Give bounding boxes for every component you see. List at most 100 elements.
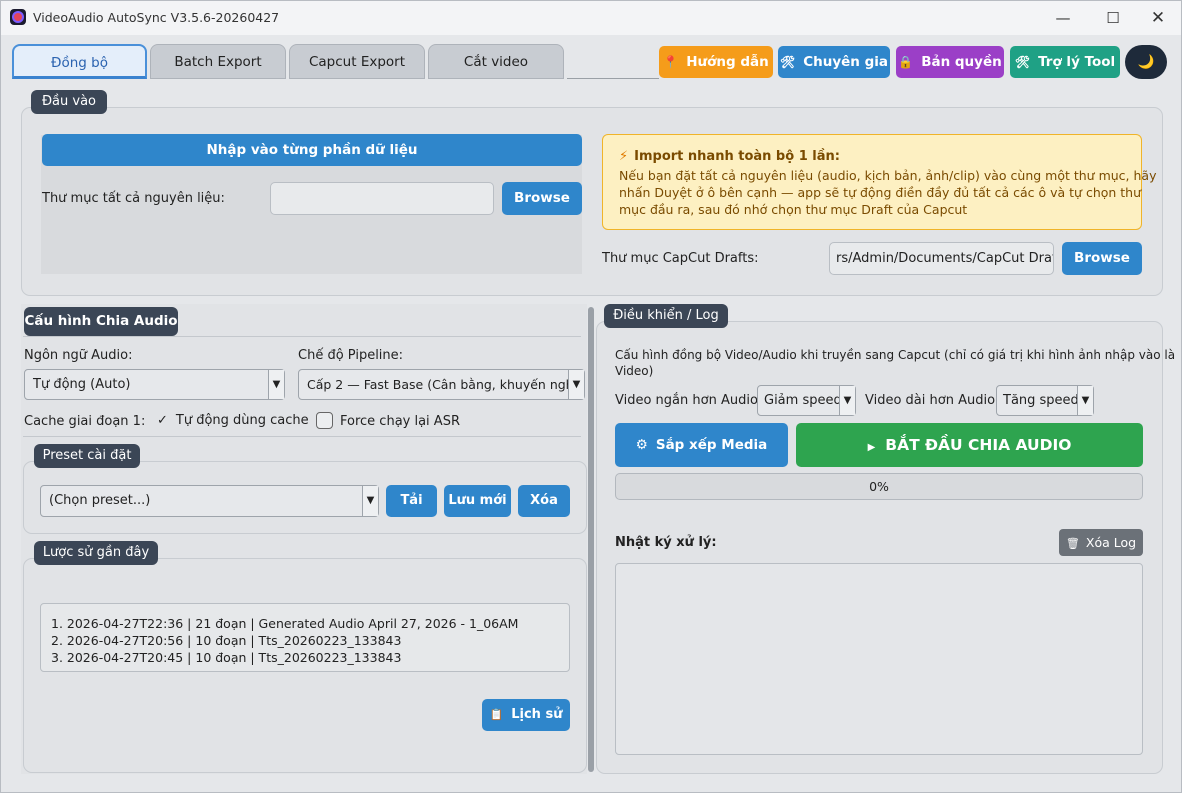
history-item[interactable]: 3. 2026-04-27T20:45 | 10 đoạn | Tts_2026… (51, 649, 569, 666)
left-panel-scrollbar[interactable] (588, 307, 594, 772)
expert-label: Chuyên gia (803, 54, 889, 70)
tab-capcut-export[interactable]: Capcut Export (289, 44, 425, 79)
title-bar: VideoAudio AutoSync V3.5.6-20260427 — ☐ … (1, 1, 1181, 35)
tools-icon: 🛠 (1014, 55, 1031, 69)
capcut-drafts-input[interactable]: rs/Admin/Documents/CapCut Drafts (829, 242, 1054, 275)
maximize-button[interactable]: ☐ (1091, 5, 1135, 31)
arrange-media-button[interactable]: ⚙ Sắp xếp Media (615, 423, 788, 467)
pin-icon: 📍 (663, 55, 679, 69)
notice-line: Nếu bạn đặt tất cả nguyên liệu (audio, k… (619, 168, 1157, 183)
play-icon: ▶ (867, 442, 876, 453)
cache-stage-label: Cache giai đoạn 1: (24, 414, 146, 429)
tab-batch-export[interactable]: Batch Export (150, 44, 286, 79)
tab-dong-bo[interactable]: Đồng bộ (12, 44, 147, 79)
chevron-down-icon: ▼ (839, 386, 855, 415)
history-button-label: Lịch sử (511, 707, 563, 722)
close-button[interactable]: ✕ (1136, 5, 1180, 31)
divider (23, 436, 581, 437)
start-split-audio-label: BẮT ĐẦU CHIA AUDIO (885, 436, 1072, 454)
history-list: 1. 2026-04-27T22:36 | 21 đoạn | Generate… (40, 603, 570, 672)
gear-icon: ⚙ (635, 437, 648, 453)
processing-log-label: Nhật ký xử lý: (615, 535, 717, 550)
preset-group-title: Preset cài đặt (34, 444, 140, 468)
checkmark-icon: ✓ (157, 413, 168, 428)
trash-icon: 🗑 (1065, 537, 1080, 550)
divider (23, 336, 581, 337)
tab-divider (567, 78, 659, 79)
audio-config-title: Cấu hình Chia Audio (24, 307, 178, 336)
app-window: VideoAudio AutoSync V3.5.6-20260427 — ☐ … (0, 0, 1182, 793)
auto-cache-label: Tự động dùng cache (175, 413, 309, 428)
progress-bar: 0% (615, 473, 1143, 500)
preset-select-value: (Chọn preset...) (49, 493, 151, 508)
materials-folder-label: Thư mục tất cả nguyên liệu: (42, 191, 225, 206)
assistant-label: Trợ lý Tool (1038, 54, 1116, 70)
chevron-down-icon: ▼ (362, 486, 378, 516)
notice-line: nhấn Duyệt ở ô bên cạnh — app sẽ tự động… (619, 185, 1142, 200)
video-longer-label: Video dài hơn Audio: (865, 393, 1000, 408)
app-logo-icon (10, 9, 26, 25)
pipeline-mode-label: Chế độ Pipeline: (298, 348, 404, 363)
audio-language-label: Ngôn ngữ Audio: (24, 348, 133, 363)
materials-browse-button[interactable]: Browse (502, 182, 582, 215)
notice-title-text: Import nhanh toàn bộ 1 lần: (634, 149, 840, 164)
description-line: Cấu hình đồng bộ Video/Audio khi truyền … (615, 348, 1176, 362)
chevron-down-icon: ▼ (268, 370, 284, 399)
audio-language-value: Tự động (Auto) (33, 377, 131, 392)
history-item[interactable]: 2. 2026-04-27T20:56 | 10 đoạn | Tts_2026… (51, 632, 569, 649)
pipeline-mode-value: Cấp 2 — Fast Base (Cân bằng, khuyến nghị… (307, 377, 582, 392)
preset-load-button[interactable]: Tải (386, 485, 437, 517)
capcut-drafts-label: Thư mục CapCut Drafts: (602, 251, 759, 266)
preset-save-button[interactable]: Lưu mới (444, 485, 511, 517)
guide-label: Hướng dẫn (686, 54, 769, 70)
clipboard-icon: 📋 (489, 708, 504, 721)
chevron-down-icon: ▼ (568, 370, 584, 399)
progress-text: 0% (869, 479, 889, 494)
lightning-icon: ⚡ (619, 149, 629, 164)
history-item[interactable]: 1. 2026-04-27T22:36 | 21 đoạn | Generate… (51, 615, 569, 632)
license-button[interactable]: 🔒 Bản quyền (896, 46, 1004, 78)
description-line: Video) (615, 364, 654, 378)
materials-folder-input[interactable] (270, 182, 494, 215)
auto-cache-checkbox[interactable]: ✓ Tự động dùng cache (157, 413, 309, 428)
import-parts-button[interactable]: Nhập vào từng phần dữ liệu (42, 134, 582, 166)
force-asr-label: Force chạy lại ASR (340, 414, 460, 429)
theme-toggle-button[interactable]: 🌙 (1125, 45, 1167, 79)
control-group-title: Điều khiển / Log (604, 304, 728, 328)
window-title: VideoAudio AutoSync V3.5.6-20260427 (33, 10, 280, 25)
arrange-media-label: Sắp xếp Media (655, 437, 768, 453)
notice-body: Nếu bạn đặt tất cả nguyên liệu (audio, k… (619, 167, 1156, 218)
video-shorter-select[interactable]: Giảm speed ▼ (757, 385, 856, 416)
preset-select[interactable]: (Chọn preset...) ▼ (40, 485, 379, 517)
expert-button[interactable]: 🛠 Chuyên gia (778, 46, 890, 78)
history-group-title: Lược sử gần đây (34, 541, 158, 565)
log-textarea[interactable] (615, 563, 1143, 755)
assistant-button[interactable]: 🛠 Trợ lý Tool (1010, 46, 1120, 78)
lock-icon: 🔒 (898, 55, 914, 69)
history-button[interactable]: 📋 Lịch sử (482, 699, 570, 731)
preset-delete-button[interactable]: Xóa (518, 485, 570, 517)
clear-log-button[interactable]: 🗑 Xóa Log (1059, 529, 1143, 556)
quick-import-notice: ⚡ Import nhanh toàn bộ 1 lần: Nếu bạn đặt… (602, 134, 1156, 230)
video-longer-select[interactable]: Tăng speed ▼ (996, 385, 1094, 416)
start-split-audio-button[interactable]: ▶ BẮT ĐẦU CHIA AUDIO (796, 423, 1143, 467)
clear-log-label: Xóa Log (1085, 535, 1137, 550)
notice-line: mục đầu ra, sau đó nhớ chọn thư mục Draf… (619, 202, 968, 217)
video-longer-value: Tăng speed (1003, 393, 1079, 408)
sync-config-description: Cấu hình đồng bộ Video/Audio khi truyền … (615, 347, 1175, 379)
chevron-down-icon: ▼ (1077, 386, 1093, 415)
moon-icon: 🌙 (1137, 54, 1155, 70)
license-label: Bản quyền (921, 54, 1002, 70)
minimize-button[interactable]: — (1041, 5, 1085, 31)
video-shorter-value: Giảm speed (764, 393, 842, 408)
audio-language-select[interactable]: Tự động (Auto) ▼ (24, 369, 285, 400)
capcut-drafts-browse-button[interactable]: Browse (1062, 242, 1142, 275)
guide-button[interactable]: 📍 Hướng dẫn (659, 46, 773, 78)
video-shorter-label: Video ngắn hơn Audio: (615, 393, 763, 408)
notice-title: ⚡ Import nhanh toàn bộ 1 lần: (619, 149, 840, 164)
tools-icon: 🛠 (779, 55, 796, 69)
input-group-title: Đầu vào (31, 90, 107, 114)
tab-cat-video[interactable]: Cắt video (428, 44, 564, 79)
force-asr-checkbox[interactable] (316, 412, 333, 429)
pipeline-mode-select[interactable]: Cấp 2 — Fast Base (Cân bằng, khuyến nghị… (298, 369, 585, 400)
